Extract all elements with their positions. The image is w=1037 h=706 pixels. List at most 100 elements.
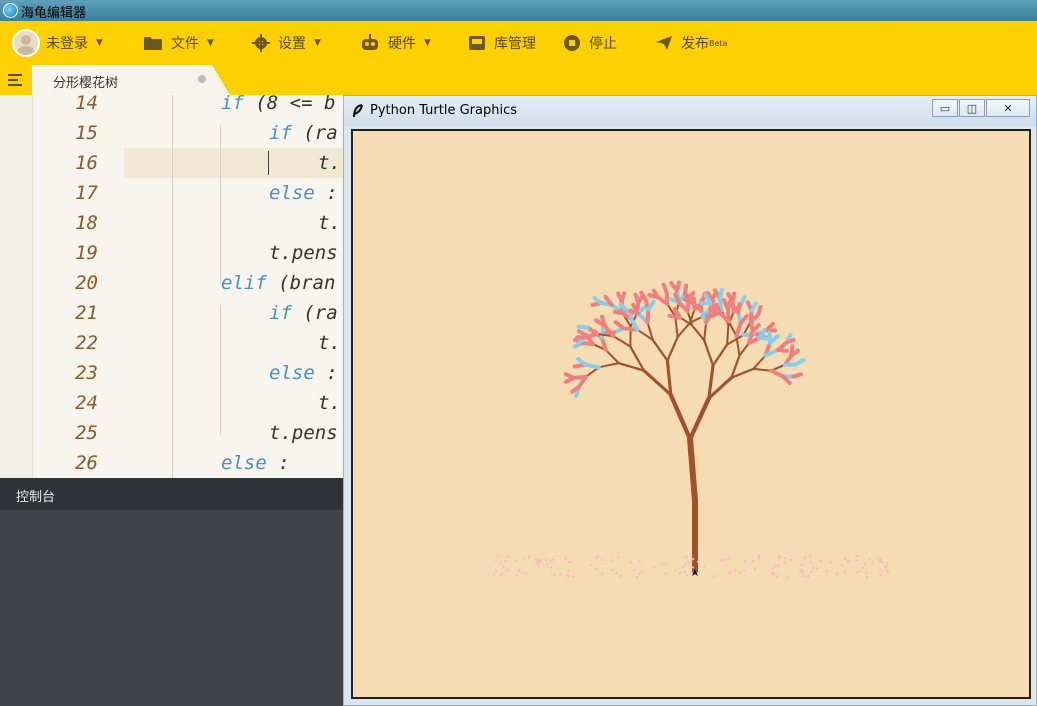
maximize-button[interactable]: ◫ xyxy=(959,99,985,117)
fallen-petal xyxy=(730,570,733,573)
branch xyxy=(738,341,751,357)
blossom xyxy=(613,320,626,331)
code-line: elif (bran xyxy=(221,272,335,294)
fallen-petal xyxy=(517,569,520,572)
fallen-petal xyxy=(884,566,887,569)
fallen-petal xyxy=(799,569,802,572)
fallen-petal xyxy=(525,572,528,575)
fallen-petal xyxy=(506,569,509,572)
inbox-icon xyxy=(469,36,485,50)
unsaved-dot-icon[interactable] xyxy=(198,75,206,83)
fallen-petal xyxy=(596,555,599,558)
chevron-down-icon: ▼ xyxy=(424,38,431,48)
fallen-petal xyxy=(729,557,732,561)
branch xyxy=(687,436,698,504)
fallen-petal xyxy=(784,557,787,560)
fallen-petal xyxy=(818,559,821,562)
turtle-window-titlebar[interactable]: Python Turtle Graphics ▭ ◫ ✕ xyxy=(344,96,1036,126)
stop-label: 停止 xyxy=(589,36,617,52)
fallen-petal xyxy=(494,569,497,572)
fallen-petal xyxy=(879,573,882,576)
fallen-petal xyxy=(743,569,746,572)
blossom xyxy=(738,295,747,307)
fallen-petal xyxy=(549,560,552,563)
code-keyword: if xyxy=(269,122,292,144)
console-output[interactable] xyxy=(0,510,345,706)
fallen-petal xyxy=(527,555,530,558)
code-text: t. xyxy=(318,152,341,174)
code-line: t. xyxy=(318,392,341,414)
code-line: if (8 <= b xyxy=(221,95,335,114)
minimize-button[interactable]: ▭ xyxy=(932,99,958,117)
blossom xyxy=(775,347,790,353)
stop-icon xyxy=(564,35,580,51)
code-editor[interactable]: 14 if (8 <= b 15 if (ra 16 t. 17 else : 18 t. 19 t.… xyxy=(0,95,345,478)
turtle-window: Python Turtle Graphics ▭ ◫ ✕ xyxy=(343,95,1037,706)
fallen-petal xyxy=(866,576,869,579)
fallen-petal xyxy=(600,558,604,562)
maximize-icon: ◫ xyxy=(966,101,978,115)
login-menu[interactable]: 未登录 ▼ xyxy=(12,21,103,65)
folder-icon xyxy=(144,37,162,50)
fallen-petal xyxy=(610,559,613,562)
code-keyword: if xyxy=(221,95,244,114)
code-line: t. xyxy=(318,212,341,234)
stop-button[interactable]: 停止 xyxy=(563,21,617,65)
library-button[interactable]: 库管理 xyxy=(468,21,536,65)
text-cursor xyxy=(268,151,269,175)
blossom xyxy=(599,325,606,340)
fallen-petal xyxy=(504,559,507,562)
fallen-petal xyxy=(789,558,792,561)
code-keyword: if xyxy=(269,302,292,324)
fallen-petal xyxy=(811,566,814,570)
chevron-down-icon: ▼ xyxy=(207,38,214,48)
fallen-petal xyxy=(521,571,524,574)
fallen-petal xyxy=(783,561,786,564)
code-text: (bran xyxy=(266,272,336,294)
fallen-petal xyxy=(743,560,746,563)
fallen-petal xyxy=(846,560,850,563)
line-number: 25 xyxy=(75,422,98,444)
close-button[interactable]: ✕ xyxy=(986,99,1030,117)
line-number: 26 xyxy=(75,452,98,474)
file-menu[interactable]: 文件 ▼ xyxy=(143,21,214,65)
fallen-petal xyxy=(886,571,890,574)
tab-fractal-tree[interactable]: 分形樱花树 xyxy=(32,65,230,95)
fallen-petal xyxy=(879,560,882,563)
fallen-petal xyxy=(855,559,858,562)
fallen-petal xyxy=(619,575,622,578)
code-text: (ra xyxy=(291,122,338,144)
publish-label: 发布 xyxy=(681,36,709,52)
library-label: 库管理 xyxy=(494,36,536,52)
fallen-petal xyxy=(809,555,812,558)
fallen-petal xyxy=(601,572,604,575)
fallen-petal xyxy=(678,571,682,575)
code-line: if (ra xyxy=(269,302,338,324)
code-line: else : xyxy=(269,182,338,204)
fallen-petal xyxy=(879,558,882,561)
code-line: t.pens xyxy=(269,422,338,444)
fallen-petal xyxy=(774,564,777,567)
branch xyxy=(665,359,673,397)
login-label: 未登录 xyxy=(46,36,88,52)
fallen-petal xyxy=(777,564,780,567)
fallen-petal xyxy=(775,575,779,578)
sidebar-toggle-button[interactable] xyxy=(0,65,32,95)
fallen-petal xyxy=(757,557,760,560)
fallen-petal xyxy=(871,562,874,565)
blossom xyxy=(583,362,601,370)
fallen-petal xyxy=(862,566,865,570)
publish-button[interactable]: 发布 Beta xyxy=(655,21,727,65)
robot-icon xyxy=(362,34,378,50)
hardware-menu[interactable]: 硬件 ▼ xyxy=(360,21,431,65)
settings-menu[interactable]: 设置 ▼ xyxy=(252,21,321,65)
fallen-petal xyxy=(840,564,844,567)
main-toolbar: 未登录 ▼ 文件 ▼ 设置 ▼ 硬件 ▼ 库管理 停止 发布 Beta xyxy=(0,21,1037,65)
fallen-petal xyxy=(865,571,868,574)
code-line: else : xyxy=(269,362,338,384)
fallen-petal xyxy=(506,555,510,558)
editor-gutter xyxy=(0,95,33,478)
turtle-canvas[interactable] xyxy=(351,129,1031,699)
code-text: (ra xyxy=(291,302,338,324)
fallen-petal xyxy=(515,574,518,577)
